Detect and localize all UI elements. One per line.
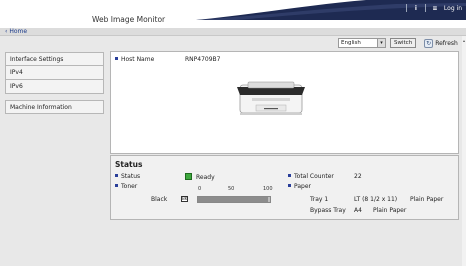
top-links: i ≡ Log in xyxy=(405,4,462,12)
toner-scale-min: 0 xyxy=(198,186,202,192)
total-counter-value: 22 xyxy=(354,173,362,180)
toner-black-icon: BK xyxy=(181,196,188,202)
breadcrumb: ‹ Home xyxy=(0,28,466,36)
host-name-row: Host Name RNP4709B7 xyxy=(115,56,220,63)
info-icon[interactable]: i xyxy=(412,4,420,12)
toner-label: Toner xyxy=(115,183,137,190)
paper-bypass-name: Bypass Tray xyxy=(310,207,346,214)
language-value: English xyxy=(341,40,361,46)
sidebar-item-ipv4[interactable]: IPv4 xyxy=(5,66,104,80)
login-link[interactable]: Log in xyxy=(444,5,462,12)
device-panel: Host Name RNP4709B7 xyxy=(110,51,459,154)
host-name-label: Host Name xyxy=(115,56,185,63)
sidebar-item-ipv6[interactable]: IPv6 xyxy=(5,80,104,94)
printer-image xyxy=(237,81,305,115)
sidebar-item-interface-settings[interactable]: Interface Settings xyxy=(5,52,104,66)
total-counter-label: Total Counter xyxy=(288,173,334,180)
toner-scale-mid: 50 xyxy=(228,186,235,192)
paper-tray-size: LT (8 1/2 x 11) xyxy=(354,196,398,203)
ready-icon xyxy=(185,173,192,180)
chevron-down-icon[interactable]: ▾ xyxy=(377,39,385,47)
language-select[interactable]: English ▾ xyxy=(338,38,386,48)
toner-scale-max: 100 xyxy=(263,186,273,192)
bullet-icon xyxy=(115,184,118,187)
paper-tray-type: Plain Paper xyxy=(410,196,444,203)
toner-level-bar xyxy=(197,196,271,203)
switch-button[interactable]: Switch xyxy=(390,38,417,48)
home-link[interactable]: ‹ Home xyxy=(5,28,27,35)
paper-bypass-size: A4 xyxy=(354,207,362,214)
app-title: Web Image Monitor xyxy=(92,15,166,24)
home-label: Home xyxy=(9,28,28,35)
paper-label: Paper xyxy=(288,183,311,190)
toner-level-fill xyxy=(198,197,268,202)
vertical-scrollbar[interactable] xyxy=(462,36,466,266)
bullet-icon xyxy=(115,174,118,177)
separator xyxy=(424,4,426,12)
top-banner: Web Image Monitor i ≡ Log in xyxy=(0,0,466,30)
refresh-button[interactable]: ↻ Refresh xyxy=(424,38,458,48)
bullet-icon xyxy=(115,57,118,60)
sidebar: Interface Settings IPv4 IPv6 Machine Inf… xyxy=(5,52,104,114)
separator xyxy=(405,4,407,12)
menu-icon[interactable]: ≡ xyxy=(431,4,439,12)
bullet-icon xyxy=(288,184,291,187)
toner-color-label: Black xyxy=(151,196,168,203)
sidebar-item-machine-information[interactable]: Machine Information xyxy=(5,100,104,114)
scroll-up-arrow-icon[interactable]: ▴ xyxy=(462,38,466,43)
paper-bypass-type: Plain Paper xyxy=(373,207,407,214)
status-label: Status xyxy=(115,173,140,180)
refresh-label: Refresh xyxy=(435,39,458,47)
paper-tray-name: Tray 1 xyxy=(310,196,329,203)
refresh-icon: ↻ xyxy=(424,38,434,48)
status-value: Ready xyxy=(185,172,215,181)
host-name-value: RNP4709B7 xyxy=(185,56,221,63)
status-title: Status xyxy=(115,160,143,169)
bullet-icon xyxy=(288,174,291,177)
status-panel: Status Status Ready Total Counter 22 Ton… xyxy=(110,155,459,220)
page-controls: English ▾ Switch ↻ Refresh xyxy=(338,38,458,48)
